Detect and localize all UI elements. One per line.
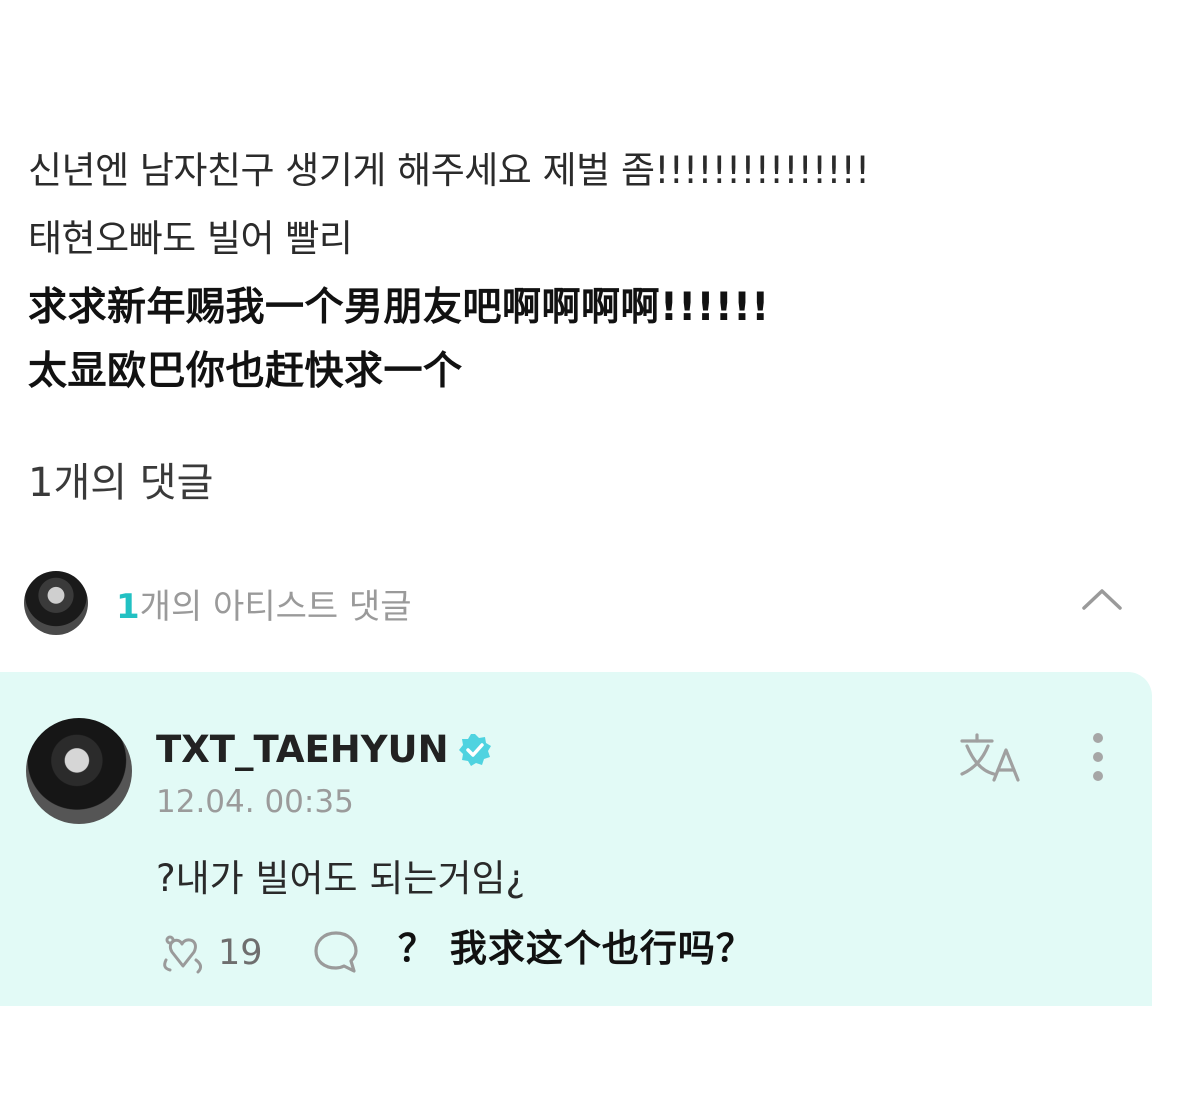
artist-comment-label: 개의 아티스트 댓글: [139, 586, 412, 627]
like-button[interactable]: 19: [158, 930, 263, 976]
comment-timestamp: 12.04. 00:35: [156, 784, 354, 820]
artist-avatar[interactable]: [26, 718, 132, 824]
verified-badge-icon: [458, 733, 491, 766]
artist-comment-card: TXT_TAEHYUN 12.04. 00:35 ?내가 빌어도 되는거임¿ 1…: [0, 672, 1152, 1006]
comment-text: ?내가 빌어도 되는거임¿: [156, 857, 526, 900]
comment-count: 1개의 댓글: [28, 460, 214, 506]
artist-comment-number: 1: [116, 586, 140, 627]
like-icon: [163, 935, 203, 974]
artist-avatar-small: [24, 571, 88, 635]
comment-author[interactable]: TXT_TAEHYUN: [156, 728, 493, 771]
username-text: TXT_TAEHYUN: [156, 728, 449, 771]
overlay-translation: ？ 我求这个也行吗？: [398, 927, 754, 970]
more-vertical-icon[interactable]: [1088, 730, 1108, 784]
translate-icon[interactable]: [958, 732, 1024, 784]
overlay-caption-line-2: 太显欧巴你也赶快求一个: [28, 349, 463, 394]
post-text-line-1: 신년엔 남자친구 생기게 해주세요 제벌 좀!!!!!!!!!!!!!!!: [28, 149, 870, 192]
chevron-up-icon[interactable]: [1080, 584, 1124, 614]
post-detail-page: 신년엔 남자친구 생기게 해주세요 제벌 좀!!!!!!!!!!!!!!! 태현…: [0, 0, 1179, 1102]
reply-bubble-icon[interactable]: [312, 928, 360, 976]
artist-comments-toggle[interactable]: 1개의 아티스트 댓글: [24, 570, 1154, 636]
like-count: 19: [218, 933, 263, 973]
post-text-line-2: 태현오빠도 빌어 빨리: [28, 217, 353, 260]
overlay-caption-line-1: 求求新年赐我一个男朋友吧啊啊啊啊!!!!!!: [28, 285, 770, 330]
artist-comment-count: 1개의 아티스트 댓글: [116, 579, 412, 628]
